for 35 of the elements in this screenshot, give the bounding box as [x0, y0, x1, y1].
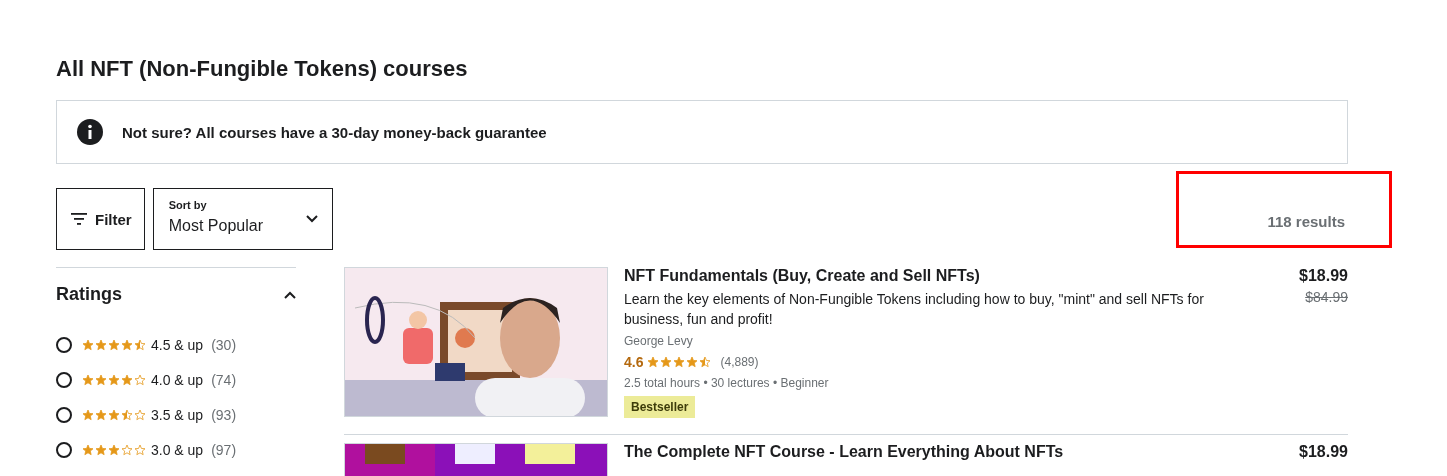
bestseller-badge: Bestseller [624, 396, 696, 418]
radio-button[interactable] [56, 371, 72, 388]
rating-count: (74) [211, 371, 237, 388]
course-details: 2.5 total hours • 30 lectures • Beginner [624, 376, 830, 390]
rating-count: (93) [211, 406, 237, 423]
sort-dropdown[interactable]: Sort by Most Popular [152, 188, 333, 250]
filter-button[interactable]: Filter [56, 188, 145, 250]
radio-button[interactable] [56, 441, 72, 458]
sort-label: Sort by [168, 199, 208, 211]
review-count: (4,889) [720, 355, 759, 369]
radio-button[interactable] [56, 336, 72, 353]
rating-label: 4.5 & up [151, 336, 204, 353]
rating-label: 3.0 & up [151, 441, 204, 458]
radio-button[interactable] [56, 406, 72, 423]
sort-value: Most Popular [168, 217, 263, 235]
notice-text: Not sure? All courses have a 30-day money-back guarantee [122, 123, 547, 141]
course-description: Learn the key elements of Non-Fungible Tokens including how to buy, "mint" and sell NFTs for business, fun and profit! [624, 290, 1205, 329]
rating-count: (97) [211, 441, 237, 458]
results-count: 118 results [1267, 213, 1345, 230]
course-title[interactable]: NFT Fundamentals (Buy, Create and Sell NFTs) [624, 267, 1284, 284]
price: $18.99 [1299, 443, 1348, 461]
course-title[interactable]: The Complete NFT Course - Learn Everything About NFTs [624, 443, 1284, 460]
ratings-heading: Ratings [56, 284, 122, 305]
filter-icon [71, 213, 87, 225]
price: $18.99 [1299, 267, 1348, 285]
rating-label: 3.5 & up [151, 406, 204, 423]
chevron-down-icon [305, 215, 318, 223]
page-title: All NFT (Non-Fungible Tokens) courses [56, 56, 469, 82]
info-icon [76, 118, 104, 146]
rating-count: (30) [211, 336, 237, 353]
original-price: $84.99 [1305, 289, 1348, 305]
rating-label: 4.0 & up [151, 371, 204, 388]
rating-value: 4.6 [624, 354, 644, 370]
instructor-name: George Levy [624, 334, 694, 348]
chevron-up-icon[interactable] [284, 290, 296, 299]
